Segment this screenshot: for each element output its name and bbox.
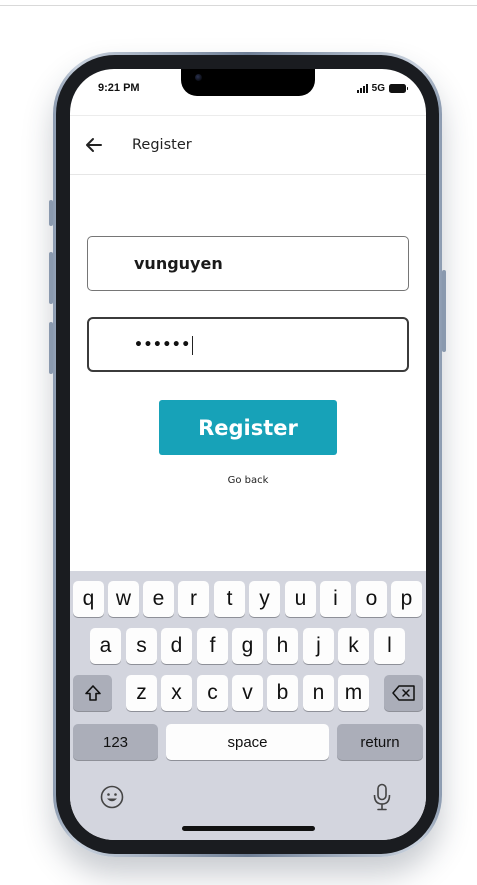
key-p[interactable]: p: [391, 581, 422, 617]
key-u[interactable]: u: [285, 581, 316, 617]
network-type: 5G: [371, 83, 385, 94]
notch: [181, 69, 315, 96]
key-o[interactable]: o: [356, 581, 387, 617]
arrow-left-icon[interactable]: [82, 133, 106, 157]
register-button[interactable]: Register: [159, 400, 337, 455]
page-title: Register: [132, 137, 192, 153]
go-back-link[interactable]: Go back: [70, 475, 426, 486]
key-n[interactable]: n: [303, 675, 334, 711]
key-y[interactable]: y: [249, 581, 280, 617]
volume-down-button: [49, 322, 53, 374]
shift-icon: [84, 685, 101, 701]
mute-switch: [49, 200, 53, 226]
key-s[interactable]: s: [126, 628, 157, 664]
key-k[interactable]: k: [338, 628, 369, 664]
shift-key[interactable]: [73, 675, 112, 711]
return-key[interactable]: return: [337, 724, 423, 760]
delete-key[interactable]: [384, 675, 423, 711]
key-v[interactable]: v: [232, 675, 263, 711]
battery-icon: [389, 84, 408, 93]
key-q[interactable]: q: [73, 581, 104, 617]
key-j[interactable]: j: [303, 628, 334, 664]
username-input[interactable]: [87, 236, 409, 291]
key-g[interactable]: g: [232, 628, 263, 664]
page-top-divider: [0, 5, 477, 6]
key-l[interactable]: l: [374, 628, 405, 664]
app-header: Register: [70, 115, 426, 175]
key-m[interactable]: m: [338, 675, 369, 711]
phone-screen: 9:21 PM 5G Register •••••• Register Go b…: [70, 69, 426, 840]
key-a[interactable]: a: [90, 628, 121, 664]
key-c[interactable]: c: [197, 675, 228, 711]
key-h[interactable]: h: [267, 628, 298, 664]
key-z[interactable]: z: [126, 675, 157, 711]
status-time: 9:21 PM: [98, 82, 140, 94]
volume-up-button: [49, 252, 53, 304]
key-b[interactable]: b: [267, 675, 298, 711]
key-r[interactable]: r: [178, 581, 209, 617]
key-w[interactable]: w: [108, 581, 139, 617]
key-f[interactable]: f: [197, 628, 228, 664]
power-button: [442, 270, 446, 352]
numbers-key[interactable]: 123: [73, 724, 158, 760]
password-input[interactable]: [87, 317, 409, 372]
microphone-icon[interactable]: [373, 783, 391, 815]
front-camera: [195, 74, 202, 81]
status-indicators: 5G: [356, 83, 408, 94]
emoji-icon[interactable]: [100, 785, 124, 813]
key-x[interactable]: x: [161, 675, 192, 711]
home-indicator[interactable]: [182, 826, 315, 831]
key-t[interactable]: t: [214, 581, 245, 617]
backspace-icon: [391, 685, 415, 701]
space-key[interactable]: space: [166, 724, 329, 760]
key-d[interactable]: d: [161, 628, 192, 664]
onscreen-keyboard: q w e r t y u i o p a s d f g h j k l z …: [70, 571, 426, 840]
signal-icon: [356, 84, 368, 93]
key-e[interactable]: e: [143, 581, 174, 617]
key-i[interactable]: i: [320, 581, 351, 617]
